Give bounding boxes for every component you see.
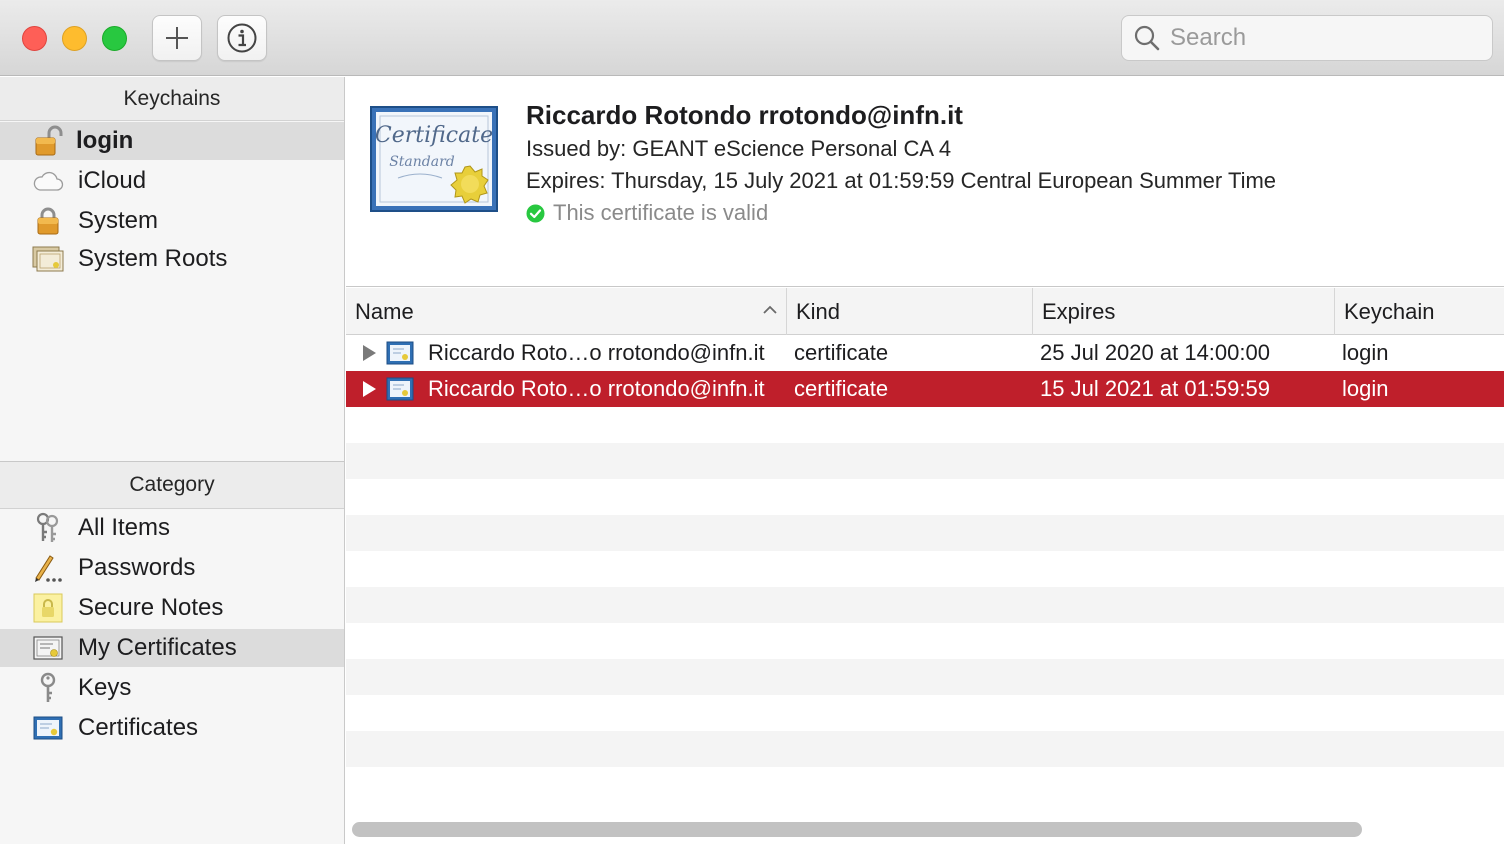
expires-text: Expires: Thursday, 15 July 2021 at 01:59…	[526, 168, 1277, 193]
items-table: Name Kind Expires Keychain Riccardo Roto…	[346, 288, 1504, 844]
column-header-kind[interactable]: Kind	[786, 288, 1032, 335]
sidebar-item-label: Certificates	[78, 714, 199, 741]
minimize-window-button[interactable]	[62, 26, 87, 51]
key-icon	[32, 672, 64, 704]
sidebar-item-label: iCloud	[78, 167, 147, 194]
disclosure-triangle-icon[interactable]	[362, 345, 376, 361]
zoom-window-button[interactable]	[102, 26, 127, 51]
empty-row	[346, 479, 1504, 515]
column-header-label: Kind	[796, 298, 841, 324]
cell-kind: certificate	[794, 376, 889, 401]
empty-row	[346, 731, 1504, 767]
sidebar-item-label: System	[78, 207, 159, 234]
padlock-icon	[32, 205, 64, 237]
certificate-icon	[386, 341, 414, 365]
sort-ascending-icon	[763, 305, 777, 314]
sidebar-item-label: Passwords	[78, 554, 196, 581]
empty-row	[346, 587, 1504, 623]
certificate-icon	[32, 712, 64, 744]
validity-text: This certificate is valid	[553, 200, 769, 225]
column-header-name[interactable]: Name	[355, 288, 785, 335]
certificate-icon	[386, 377, 414, 401]
sidebar-item-login[interactable]: login	[0, 122, 344, 160]
add-item-button[interactable]	[152, 15, 202, 61]
my-certificate-icon	[32, 632, 64, 664]
certificate-large-icon: Certificate Standard	[370, 106, 498, 212]
empty-row	[346, 515, 1504, 551]
disclosure-triangle-icon[interactable]	[362, 381, 376, 397]
column-header-label: Keychain	[1344, 298, 1435, 324]
validity-status: This certificate is valid	[526, 200, 768, 226]
search-icon	[1132, 23, 1162, 53]
sidebar-item-secure-notes[interactable]: Secure Notes	[0, 589, 344, 627]
empty-row	[346, 443, 1504, 479]
table-row-selected[interactable]: Riccardo Roto…o rrotondo@infn.it certifi…	[346, 371, 1504, 407]
cell-keychain: login	[1342, 340, 1389, 365]
empty-row	[346, 551, 1504, 587]
unlocked-padlock-icon	[32, 125, 64, 157]
note-lock-icon	[32, 592, 64, 624]
sidebar-item-icloud[interactable]: iCloud	[0, 162, 344, 200]
certificate-subtitle-text: Standard	[389, 154, 455, 170]
column-header-label: Name	[355, 298, 414, 324]
keychains-header: Keychains	[0, 77, 344, 121]
certificate-detail-panel: Certificate Standard Riccardo Rotondo rr…	[346, 77, 1504, 287]
cell-expires: 15 Jul 2021 at 01:59:59	[1040, 376, 1270, 401]
sidebar-item-passwords[interactable]: Passwords	[0, 549, 344, 587]
close-window-button[interactable]	[22, 26, 47, 51]
sidebar-item-system-roots[interactable]: System Roots	[0, 240, 344, 278]
empty-row	[346, 623, 1504, 659]
certificate-title: Riccardo Rotondo rrotondo@infn.it	[526, 100, 963, 130]
table-header: Name Kind Expires Keychain	[346, 288, 1504, 335]
cell-keychain: login	[1342, 376, 1389, 401]
sidebar-item-system[interactable]: System	[0, 202, 344, 240]
info-button[interactable]	[217, 15, 267, 61]
cell-name: Riccardo Roto…o rrotondo@infn.it	[428, 340, 765, 365]
table-row[interactable]: Riccardo Roto…o rrotondo@infn.it certifi…	[346, 335, 1504, 371]
certificate-stack-icon	[32, 243, 64, 275]
sidebar-item-certificates[interactable]: Certificates	[0, 709, 344, 747]
cell-kind: certificate	[794, 340, 889, 365]
sidebar-item-label: Keys	[78, 674, 132, 701]
sidebar-item-all-items[interactable]: All Items	[0, 509, 344, 547]
empty-row	[346, 659, 1504, 695]
cloud-icon	[32, 165, 64, 197]
checkmark-circle-icon	[526, 204, 545, 222]
cell-name: Riccardo Roto…o rrotondo@infn.it	[428, 376, 765, 401]
keys-icon	[32, 512, 64, 544]
column-header-expires[interactable]: Expires	[1032, 288, 1334, 335]
sidebar-item-label: My Certificates	[78, 634, 237, 661]
column-header-label: Expires	[1042, 298, 1116, 324]
column-header-keychain[interactable]: Keychain	[1334, 288, 1504, 335]
empty-row	[346, 407, 1504, 443]
toolbar	[0, 0, 1504, 76]
search-input[interactable]	[1170, 24, 1470, 52]
pencil-dots-icon	[32, 552, 64, 584]
horizontal-scrollbar[interactable]	[352, 822, 1362, 837]
search-field[interactable]	[1121, 15, 1493, 61]
empty-row	[346, 767, 1504, 803]
plus-icon	[166, 27, 188, 49]
issued-by-text: Issued by: GEANT eScience Personal CA 4	[526, 136, 952, 161]
info-icon	[227, 23, 257, 53]
empty-row	[346, 695, 1504, 731]
cell-expires: 25 Jul 2020 at 14:00:00	[1040, 340, 1270, 365]
sidebar-item-label: login	[76, 127, 134, 154]
sidebar-item-label: System Roots	[78, 245, 228, 272]
sidebar-item-label: Secure Notes	[78, 594, 224, 621]
certificate-title-text: Certificate	[375, 123, 493, 148]
sidebar-item-label: All Items	[78, 514, 171, 541]
sidebar-item-keys[interactable]: Keys	[0, 669, 344, 707]
sidebar-item-my-certificates[interactable]: My Certificates	[0, 629, 344, 667]
sidebar: Keychains login iCloud System System Roo…	[0, 77, 345, 844]
category-header: Category	[0, 461, 344, 509]
